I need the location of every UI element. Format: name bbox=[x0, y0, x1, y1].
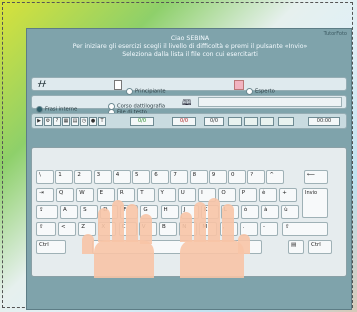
key-row1-3[interactable]: 3 bbox=[93, 170, 112, 184]
key-row1-11[interactable]: ? bbox=[247, 170, 266, 184]
key-row2-9[interactable]: P bbox=[238, 188, 257, 202]
backspace-key[interactable]: ⟵ bbox=[304, 170, 328, 184]
file-list-select[interactable] bbox=[198, 97, 342, 107]
key-row3-0[interactable]: A bbox=[60, 205, 78, 219]
key-row2-2[interactable]: E bbox=[96, 188, 115, 202]
internal-phrases-radio[interactable] bbox=[36, 106, 43, 113]
ctrl-left-key[interactable]: Ctrl bbox=[36, 240, 66, 254]
key-row1-6[interactable]: 6 bbox=[151, 170, 170, 184]
key-row1-12[interactable]: ^ bbox=[266, 170, 285, 184]
shift-left-key[interactable]: ⇧ bbox=[36, 222, 56, 236]
key-row3-1[interactable]: S bbox=[80, 205, 99, 219]
key-row2-8[interactable]: O bbox=[218, 188, 237, 202]
correct-counter: 0/0 bbox=[130, 117, 154, 126]
menu-key[interactable]: ▤ bbox=[288, 240, 304, 254]
progress-box-4 bbox=[278, 117, 294, 126]
enter-key[interactable]: Invio bbox=[302, 188, 328, 218]
key-row1-7[interactable]: 7 bbox=[170, 170, 189, 184]
expert-icon bbox=[234, 80, 244, 90]
key-row2-10[interactable]: è bbox=[259, 188, 277, 202]
typing-tutor-window: TutorFoto Ciao SEBINA Per iniziare gli e… bbox=[26, 28, 352, 310]
key-row1-9[interactable]: 9 bbox=[208, 170, 227, 184]
shift-right-key[interactable]: ⇧ bbox=[282, 222, 328, 236]
source-panel: Frasi interne Corso dattilografia File d… bbox=[31, 95, 347, 116]
progress-box-1 bbox=[228, 117, 242, 126]
instruction-line: Per iniziare gli esercizi scegli il live… bbox=[72, 43, 308, 50]
virtual-keyboard: \1234567890?^QWERTYUIOPè+ASDFGHJKLòàù<ZX… bbox=[31, 147, 347, 278]
key-row2-0[interactable]: Q bbox=[56, 188, 74, 202]
beginner-label: Principiante bbox=[135, 88, 166, 95]
total-counter: 0/0 bbox=[204, 117, 224, 126]
time-display: 00:00 bbox=[308, 117, 340, 126]
users-icon: ᚋᚋ bbox=[38, 79, 46, 88]
instruction-line-2: Seleziona dalla lista il file con cui es… bbox=[122, 51, 258, 58]
play-icon[interactable]: ▶ bbox=[35, 117, 43, 126]
book-icon: 🕮 bbox=[182, 98, 192, 107]
internal-phrases-label: Frasi interne bbox=[45, 106, 78, 113]
ctrl-right-key[interactable]: Ctrl bbox=[308, 240, 332, 254]
timer-icon[interactable]: ◷ bbox=[80, 117, 88, 126]
document-icon bbox=[114, 80, 122, 90]
key-row2-5[interactable]: Y bbox=[157, 188, 176, 202]
key-row3-5[interactable]: H bbox=[160, 205, 179, 219]
caps-lock-key[interactable]: ⇪ bbox=[36, 205, 58, 219]
text-icon[interactable]: T bbox=[98, 117, 106, 126]
key-row1-1[interactable]: 1 bbox=[55, 170, 74, 184]
beginner-radio[interactable] bbox=[126, 88, 133, 95]
key-row1-0[interactable]: \ bbox=[36, 170, 54, 184]
key-row3-9[interactable]: ò bbox=[240, 205, 259, 219]
toolbar: ▶ ⚙ ? ▦ ▤ ◷ ● T 0/0 0/0 0/0 00:00 bbox=[31, 113, 347, 129]
key-row4-0[interactable]: < bbox=[58, 222, 76, 236]
key-row1-2[interactable]: 2 bbox=[74, 170, 93, 184]
progress-box-2 bbox=[244, 117, 258, 126]
key-row2-6[interactable]: U bbox=[177, 188, 196, 202]
tools-icon[interactable]: ⚙ bbox=[44, 117, 52, 126]
key-row1-10[interactable]: 0 bbox=[228, 170, 246, 184]
welcome-message: Ciao SEBINA Per iniziare gli esercizi sc… bbox=[37, 35, 343, 59]
error-counter: 0/0 bbox=[172, 117, 196, 126]
key-row4-5[interactable]: B bbox=[159, 222, 177, 236]
key-row1-4[interactable]: 4 bbox=[112, 170, 131, 184]
key-row3-10[interactable]: à bbox=[261, 205, 279, 219]
help-icon[interactable]: ? bbox=[53, 117, 61, 126]
key-row1-8[interactable]: 8 bbox=[189, 170, 208, 184]
drop-icon[interactable]: ● bbox=[89, 117, 97, 126]
expert-radio[interactable] bbox=[246, 88, 253, 95]
level-panel: ᚋᚋ Principiante Esperto bbox=[31, 77, 347, 95]
key-row4-10[interactable]: - bbox=[260, 222, 278, 236]
key-row3-11[interactable]: ù bbox=[281, 205, 300, 219]
key-row2-1[interactable]: W bbox=[76, 188, 95, 202]
key-row2-4[interactable]: T bbox=[137, 188, 156, 202]
key-row1-5[interactable]: 5 bbox=[132, 170, 150, 184]
chart-icon[interactable]: ▤ bbox=[71, 117, 79, 126]
grid-icon[interactable]: ▦ bbox=[62, 117, 70, 126]
greeting: Ciao SEBINA bbox=[170, 35, 210, 42]
expert-label: Esperto bbox=[255, 88, 275, 95]
tab-key[interactable]: ⇥ bbox=[36, 188, 54, 202]
key-row2-11[interactable]: + bbox=[279, 188, 298, 202]
progress-box-3 bbox=[260, 117, 274, 126]
